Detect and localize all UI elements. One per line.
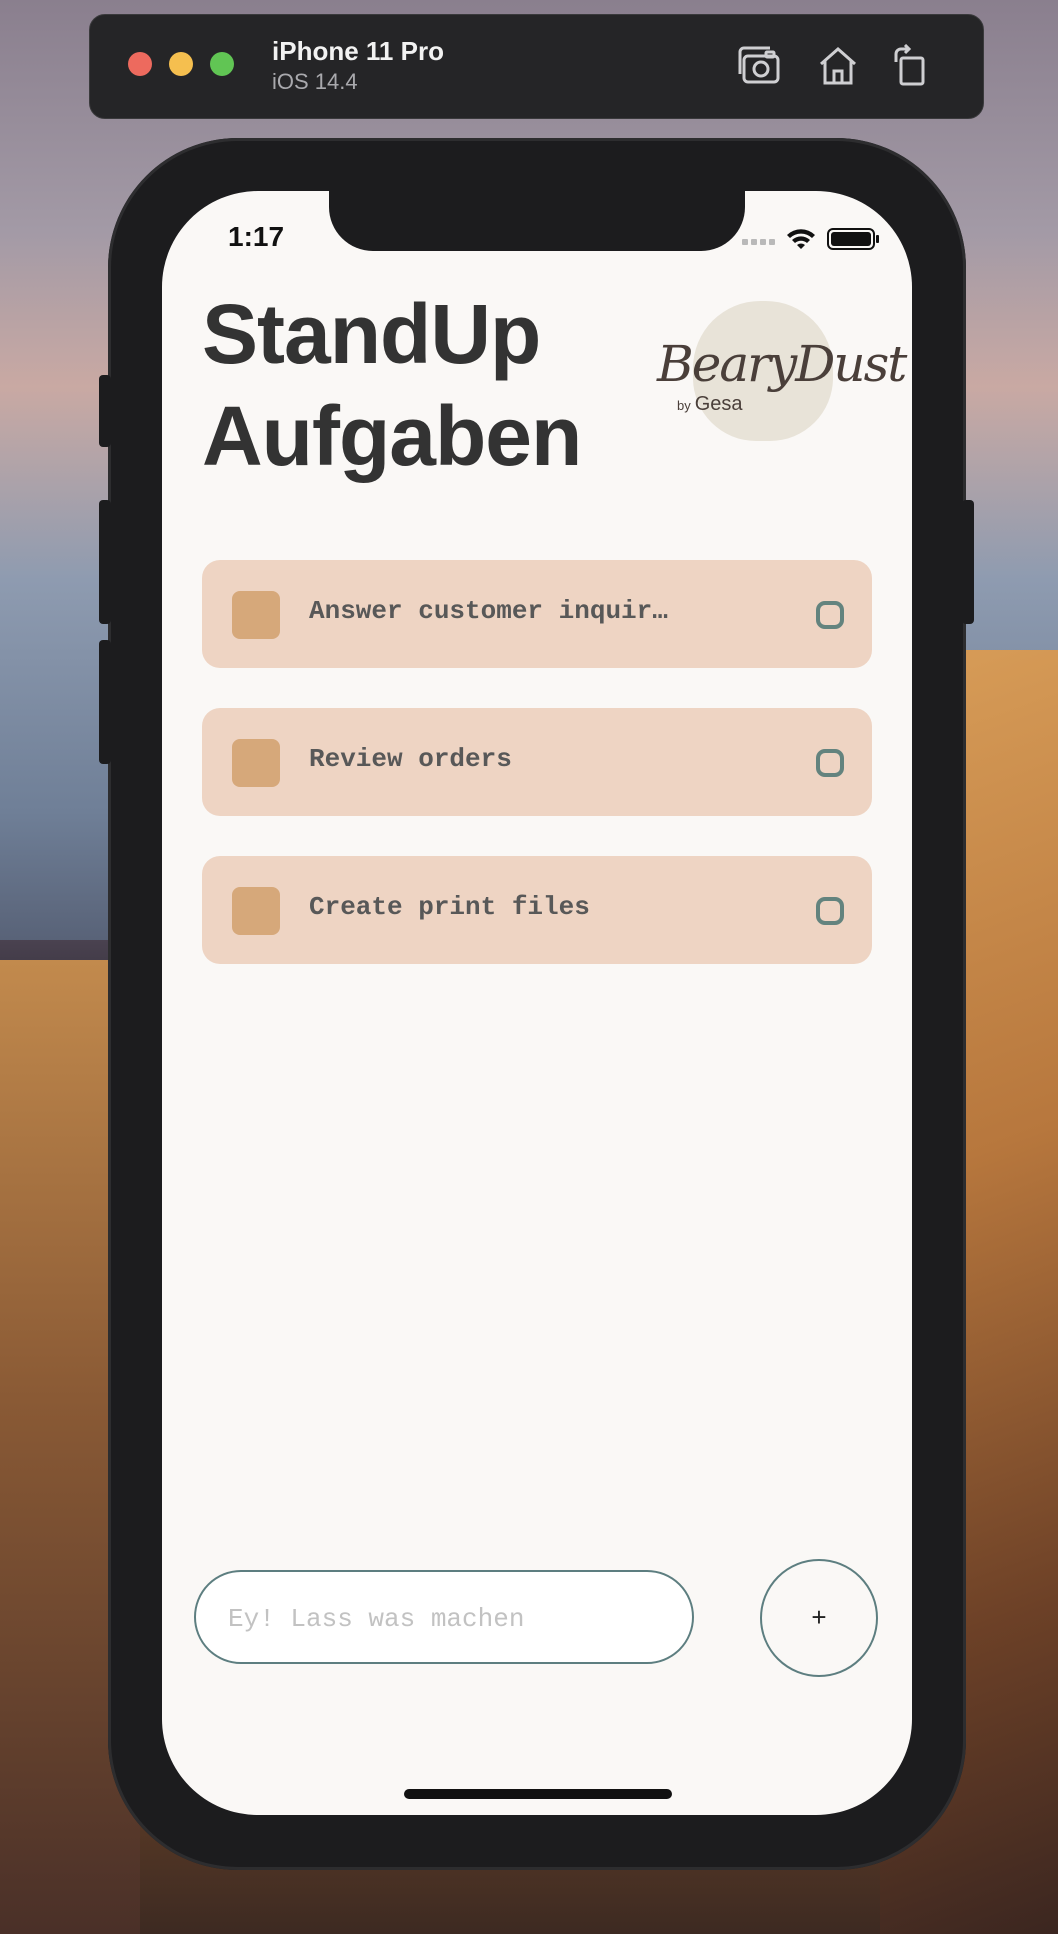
signal-icon — [742, 239, 775, 245]
home-indicator[interactable] — [404, 1789, 672, 1799]
bearydust-logo: BearyDust by Gesa — [657, 301, 907, 451]
task-row[interactable]: Review orders — [202, 708, 872, 816]
logo-author: Gesa — [694, 393, 743, 415]
minimize-window-button[interactable] — [169, 52, 193, 76]
status-icons — [742, 225, 882, 251]
task-label: Create print files — [309, 892, 590, 922]
logo-text: BearyDust — [657, 335, 907, 393]
title-line-1: StandUp — [202, 287, 541, 381]
simulator-os-version: iOS 14.4 — [272, 69, 358, 94]
screenshot-icon[interactable] — [738, 44, 784, 88]
zoom-window-button[interactable] — [210, 52, 234, 76]
rotate-icon[interactable] — [888, 43, 934, 88]
battery-icon — [827, 228, 879, 250]
status-time: 1:17 — [228, 221, 285, 252]
task-checkbox[interactable] — [232, 739, 280, 787]
power-button — [962, 500, 974, 624]
close-window-button[interactable] — [128, 52, 152, 76]
task-status-icon — [816, 601, 844, 629]
home-icon[interactable] — [815, 44, 861, 88]
task-status-icon — [816, 897, 844, 925]
task-list: Answer customer inquir… Review orders Cr… — [202, 560, 872, 1004]
task-row[interactable]: Create print files — [202, 856, 872, 964]
task-label: Review orders — [309, 744, 512, 774]
app-screen: 1:17 StandUp Aufgaben BearyDust by Gesa … — [162, 191, 912, 1815]
logo-by: by — [677, 398, 691, 413]
task-checkbox[interactable] — [232, 591, 280, 639]
silent-switch — [99, 375, 111, 447]
notch — [329, 191, 745, 251]
task-checkbox[interactable] — [232, 887, 280, 935]
add-task-button[interactable]: + — [760, 1559, 878, 1677]
new-task-input[interactable] — [226, 1596, 670, 1642]
title-line-2: Aufgaben — [202, 389, 582, 483]
task-row[interactable]: Answer customer inquir… — [202, 560, 872, 668]
volume-down-button — [99, 640, 111, 764]
volume-up-button — [99, 500, 111, 624]
simulator-device-name: iPhone 11 Pro — [272, 36, 444, 66]
task-status-icon — [816, 749, 844, 777]
page-title: StandUp Aufgaben — [202, 283, 582, 487]
new-task-field[interactable] — [194, 1570, 694, 1664]
task-label: Answer customer inquir… — [309, 596, 668, 626]
wifi-icon — [787, 229, 815, 249]
logo-byline: by Gesa — [677, 393, 743, 416]
